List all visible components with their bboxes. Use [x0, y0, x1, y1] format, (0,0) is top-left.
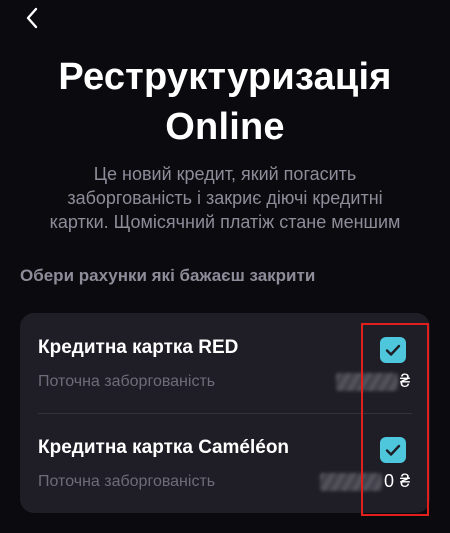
amount-visible: 0 — [383, 471, 394, 491]
account-title: Кредитна картка Caméléon — [38, 437, 290, 458]
currency-symbol: ₴ — [399, 371, 410, 391]
row-divider — [38, 413, 412, 414]
page-title-line2: Online — [165, 106, 285, 148]
checkmark-icon — [385, 344, 401, 356]
currency-symbol: ₴ — [399, 471, 410, 491]
account-debt-amount: 0 ₴ — [319, 471, 410, 492]
back-button[interactable] — [18, 4, 46, 32]
section-label: Обери рахунки які бажаєш закрити — [20, 266, 316, 285]
account-debt-amount: ₴ — [335, 371, 410, 392]
chevron-left-icon — [26, 7, 38, 29]
blurred-amount — [335, 372, 398, 391]
blurred-amount — [319, 472, 382, 491]
page-subtitle: Це новий кредит, який погасить заборгова… — [49, 164, 401, 232]
page-title-line1: Реструктуризація — [58, 56, 392, 98]
account-checkbox-red[interactable] — [380, 337, 406, 363]
account-checkbox-cameleon[interactable] — [380, 437, 406, 463]
page-title: Реструктуризація Online — [0, 52, 450, 152]
account-debt-label: Поточна заборгованість — [38, 473, 216, 490]
account-title: Кредитна картка RED — [38, 337, 239, 358]
checkmark-icon — [385, 444, 401, 456]
account-debt-label: Поточна заборгованість — [38, 373, 216, 390]
accounts-card: Кредитна картка RED Поточна заборгованіс… — [20, 313, 430, 513]
